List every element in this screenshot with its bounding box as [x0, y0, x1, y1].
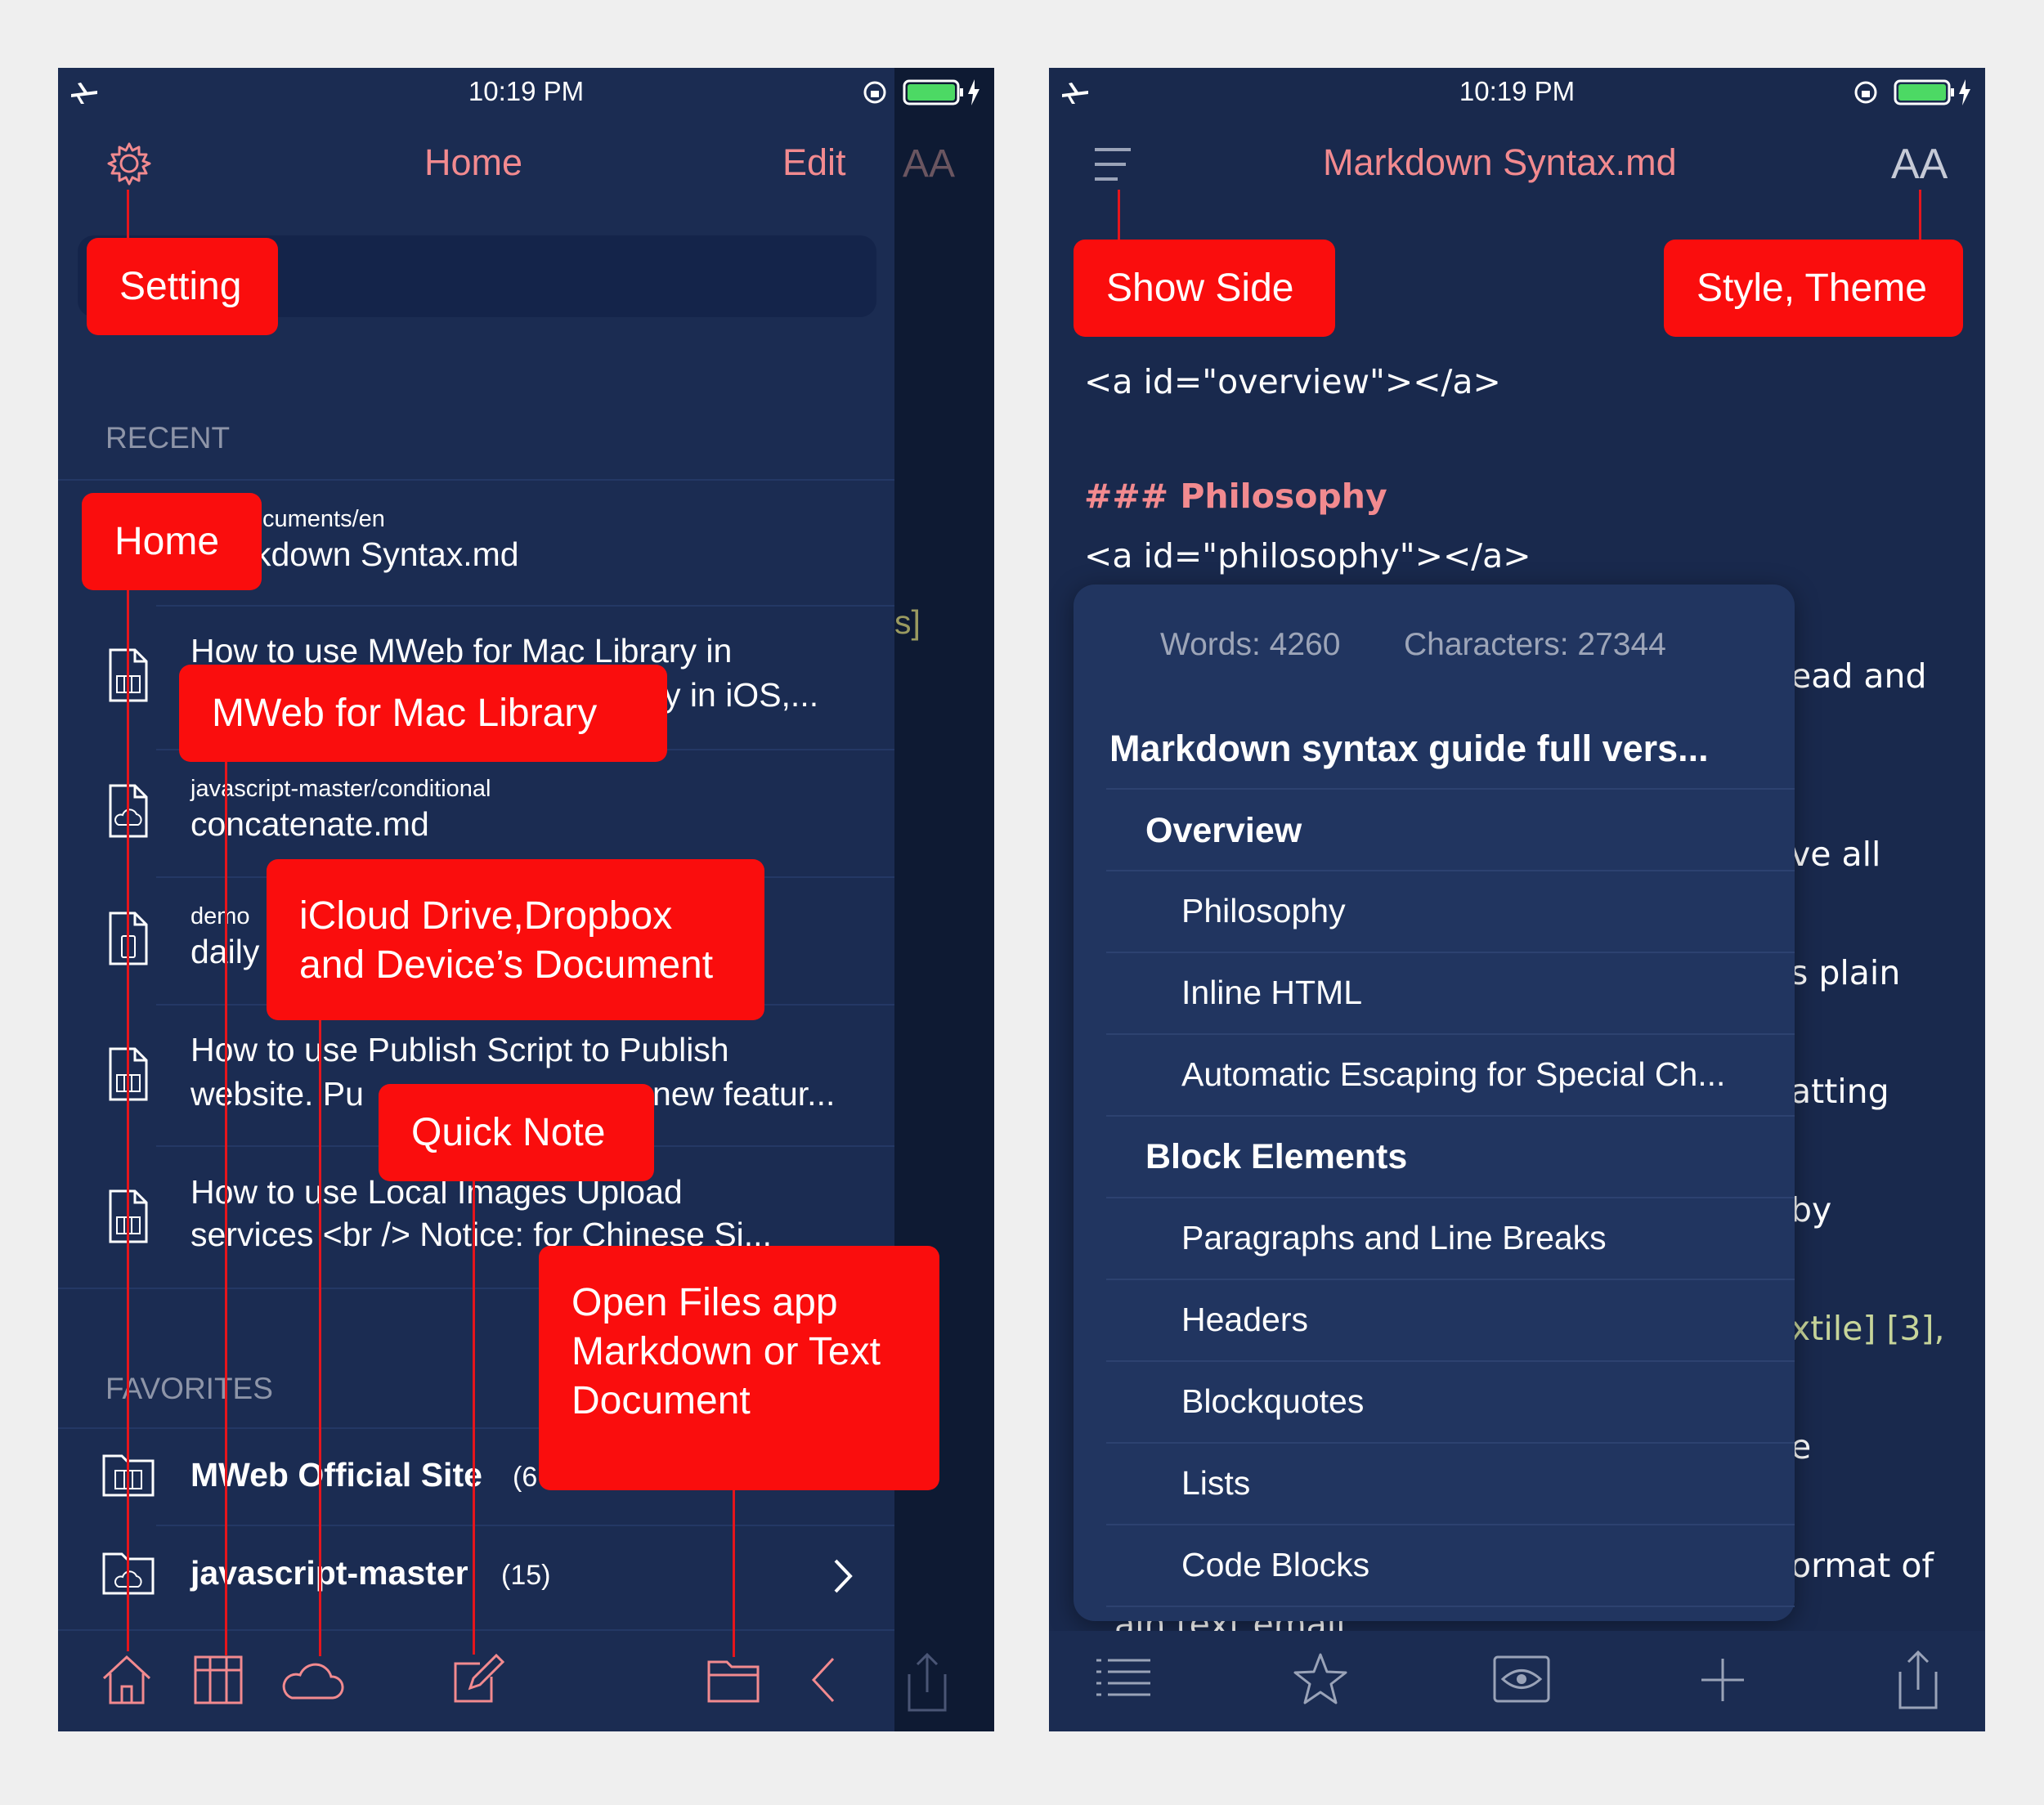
word-count: Words: 4260	[1160, 627, 1341, 662]
style-theme-button[interactable]: AA	[1891, 140, 1948, 189]
battery-icon	[903, 79, 979, 105]
status-bar: 10:19 PM	[1049, 68, 1985, 117]
menu-icon[interactable]	[1093, 146, 1134, 184]
callout-line	[473, 1180, 475, 1655]
cloud-icon[interactable]	[280, 1657, 346, 1703]
editor-line[interactable]: <a id="overview"></a>	[1084, 362, 1501, 401]
status-time: 10:19 PM	[1459, 76, 1576, 106]
callout-line	[127, 190, 129, 239]
callout-style-theme: Style, Theme	[1664, 240, 1963, 337]
home-icon[interactable]	[101, 1654, 153, 1706]
toc-item-paragraphs[interactable]: Paragraphs and Line Breaks	[1181, 1219, 1607, 1257]
backdrop-text: s]	[894, 603, 921, 641]
toc-item-headers[interactable]: Headers	[1181, 1301, 1308, 1339]
toc-item-block-elements[interactable]: Block Elements	[1145, 1137, 1407, 1177]
callout-line	[127, 589, 129, 1651]
backdrop-share-icon	[908, 1652, 947, 1712]
toc-title[interactable]: Markdown syntax guide full vers...	[1109, 728, 1709, 770]
preview-icon[interactable]	[1493, 1655, 1550, 1703]
callout-line	[733, 1489, 735, 1657]
folder-icon[interactable]	[707, 1657, 760, 1703]
chevron-right-icon	[834, 1559, 853, 1593]
battery-icon	[1894, 79, 1970, 105]
recent-section-header: RECENT	[105, 421, 231, 455]
edit-button[interactable]: Edit	[782, 141, 846, 184]
callout-quick-note: Quick Note	[379, 1084, 654, 1181]
status-time: 10:19 PM	[468, 76, 585, 106]
callout-line	[225, 760, 227, 1655]
page-title: Home	[424, 141, 523, 183]
toc-item-code-blocks[interactable]: Code Blocks	[1181, 1546, 1369, 1584]
star-icon[interactable]	[1293, 1652, 1348, 1706]
callout-open-files: Open Files app Markdown or Text Document	[539, 1246, 939, 1490]
callout-show-side: Show Side	[1074, 240, 1335, 337]
compose-icon[interactable]	[450, 1652, 504, 1706]
toc-item-philosophy[interactable]: Philosophy	[1181, 892, 1346, 930]
orientation-lock-icon	[863, 81, 886, 104]
callout-line	[319, 1019, 321, 1656]
callout-line	[1118, 190, 1120, 240]
toc-item-lists[interactable]: Lists	[1181, 1464, 1250, 1503]
status-bar: 10:19 PM	[58, 68, 994, 117]
toc-popover: Words: 4260 Characters: 27344 Markdown s…	[1074, 584, 1795, 1621]
back-icon[interactable]	[809, 1655, 838, 1704]
callout-icloud: iCloud Drive,Dropbox and Device’s Docume…	[267, 859, 764, 1020]
toc-item-overview[interactable]: Overview	[1145, 811, 1302, 851]
orientation-lock-icon	[1854, 81, 1877, 104]
callout-setting: Setting	[87, 238, 278, 335]
backdrop-aa: AA	[903, 142, 956, 186]
toc-item-blockquotes[interactable]: Blockquotes	[1181, 1382, 1364, 1421]
favorites-section-header: FAVORITES	[105, 1372, 273, 1405]
editor-heading[interactable]: ### Philosophy	[1084, 477, 1387, 516]
editor-line[interactable]: <a id="philosophy"></a>	[1084, 536, 1531, 576]
toc-item-inline-html[interactable]: Inline HTML	[1181, 974, 1362, 1012]
callout-line	[1919, 190, 1921, 240]
callout-library: MWeb for Mac Library	[179, 665, 667, 762]
share-icon[interactable]	[1894, 1647, 1943, 1713]
toc-item-escaping[interactable]: Automatic Escaping for Special Ch...	[1181, 1055, 1725, 1094]
callout-home: Home	[82, 493, 262, 590]
library-icon[interactable]	[192, 1654, 244, 1706]
add-icon[interactable]	[1700, 1657, 1746, 1703]
gear-icon[interactable]	[105, 140, 153, 187]
toc-icon[interactable]	[1095, 1657, 1152, 1703]
character-count: Characters: 27344	[1404, 627, 1666, 662]
document-title: Markdown Syntax.md	[1323, 141, 1677, 183]
